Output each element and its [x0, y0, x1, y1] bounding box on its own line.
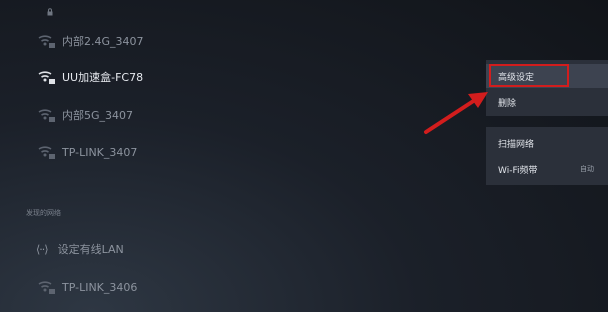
- delete-label: 删除: [498, 98, 517, 109]
- scan-options-menu: 扫描网络 Wi-Fi频带 自动: [486, 127, 608, 185]
- scan-network-label: 扫描网络: [498, 139, 535, 150]
- wifi-band-label: Wi-Fi频带: [498, 165, 538, 176]
- network-item[interactable]: 内部5G_3407: [36, 104, 133, 126]
- wifi-band-value: 自动: [580, 165, 594, 173]
- network-item[interactable]: 内部2.4G_3407: [36, 30, 144, 52]
- wifi-lock-icon: [38, 281, 55, 294]
- section-label: 发现的网络: [26, 209, 61, 217]
- network-name: 内部2.4G_3407: [62, 35, 144, 48]
- pointer-arrow-icon: [424, 92, 488, 134]
- network-name: TP-LINK_3406: [62, 280, 138, 294]
- network-item[interactable]: TP-LINK_3406: [36, 276, 137, 298]
- wifi-lock-icon: [38, 35, 55, 48]
- network-name: TP-LINK_3407: [62, 145, 138, 159]
- lock-icon: [47, 8, 53, 16]
- network-name: UU加速盒-FC78: [62, 71, 144, 84]
- wired-lan-item[interactable]: ⟨··⟩ 设定有线LAN: [36, 240, 124, 258]
- network-item[interactable]: TP-LINK_3407: [36, 141, 137, 163]
- network-name: 内部5G_3407: [62, 109, 134, 122]
- network-item-selected[interactable]: UU加速盒-FC78: [36, 66, 143, 88]
- wifi-lock-icon: [38, 146, 55, 159]
- highlight-box: [489, 64, 569, 87]
- wired-lan-label: 设定有线LAN: [57, 243, 124, 256]
- delete-item[interactable]: 删除: [486, 90, 608, 114]
- lan-icon: ⟨··⟩: [36, 242, 49, 256]
- scan-network-item[interactable]: 扫描网络: [486, 131, 608, 155]
- wifi-lock-icon: [38, 109, 55, 122]
- wifi-lock-icon: [38, 71, 55, 84]
- wifi-band-item[interactable]: Wi-Fi频带 自动: [486, 157, 608, 181]
